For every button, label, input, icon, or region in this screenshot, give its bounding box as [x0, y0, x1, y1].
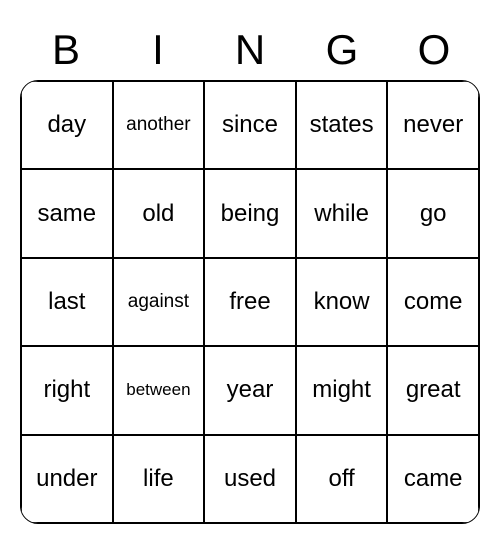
bingo-cell[interactable]: year	[204, 346, 296, 434]
header-i: I	[112, 20, 204, 80]
bingo-cell[interactable]: under	[21, 435, 113, 523]
bingo-cell[interactable]: go	[387, 169, 479, 257]
bingo-cell[interactable]: came	[387, 435, 479, 523]
bingo-cell[interactable]: might	[296, 346, 388, 434]
bingo-cell[interactable]: against	[113, 258, 205, 346]
bingo-cell[interactable]: another	[113, 81, 205, 169]
bingo-cell[interactable]: never	[387, 81, 479, 169]
bingo-cell[interactable]: know	[296, 258, 388, 346]
bingo-cell[interactable]: since	[204, 81, 296, 169]
bingo-cell[interactable]: off	[296, 435, 388, 523]
bingo-header: B I N G O	[20, 20, 480, 80]
bingo-cell[interactable]: come	[387, 258, 479, 346]
header-b: B	[20, 20, 112, 80]
bingo-cell[interactable]: states	[296, 81, 388, 169]
bingo-cell[interactable]: being	[204, 169, 296, 257]
bingo-card: B I N G O dayanothersincestatesnever same…	[20, 20, 480, 524]
header-o: O	[388, 20, 480, 80]
bingo-cell[interactable]: used	[204, 435, 296, 523]
bingo-grid: dayanothersincestatesnever sameoldbeingwh…	[20, 80, 480, 524]
bingo-cell[interactable]: last	[21, 258, 113, 346]
bingo-cell[interactable]: right	[21, 346, 113, 434]
bingo-cell[interactable]: old	[113, 169, 205, 257]
header-g: G	[296, 20, 388, 80]
bingo-cell[interactable]: between	[113, 346, 205, 434]
bingo-cell[interactable]: day	[21, 81, 113, 169]
bingo-cell[interactable]: life	[113, 435, 205, 523]
bingo-cell[interactable]: while	[296, 169, 388, 257]
header-n: N	[204, 20, 296, 80]
bingo-cell[interactable]: same	[21, 169, 113, 257]
bingo-cell[interactable]: free	[204, 258, 296, 346]
bingo-cell[interactable]: great	[387, 346, 479, 434]
